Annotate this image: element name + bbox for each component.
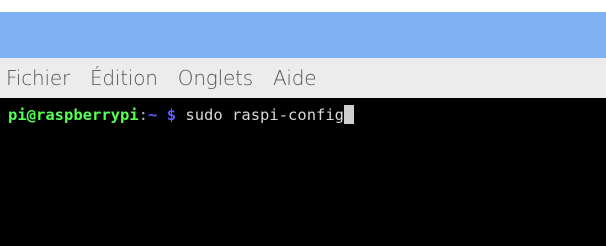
menu-item-edition[interactable]: Édition <box>90 66 158 90</box>
prompt-path: ~ <box>148 106 158 124</box>
menu-item-onglets[interactable]: Onglets <box>178 66 253 90</box>
menu-bar: Fichier Édition Onglets Aide <box>0 58 606 98</box>
prompt-user-host: pi@raspberrypi <box>8 106 139 124</box>
command-text: sudo raspi-config <box>185 106 345 124</box>
top-margin <box>0 0 606 12</box>
prompt-symbol: $ <box>166 106 177 124</box>
terminal-window: Fichier Édition Onglets Aide pi@raspberr… <box>0 0 606 246</box>
title-bar[interactable] <box>0 12 606 58</box>
menu-item-fichier[interactable]: Fichier <box>6 66 70 90</box>
text-cursor <box>344 105 355 124</box>
menu-item-aide[interactable]: Aide <box>273 66 317 90</box>
terminal-area[interactable]: pi@raspberrypi:~ $ sudo raspi-config <box>0 98 606 246</box>
prompt-separator: : <box>138 106 148 124</box>
